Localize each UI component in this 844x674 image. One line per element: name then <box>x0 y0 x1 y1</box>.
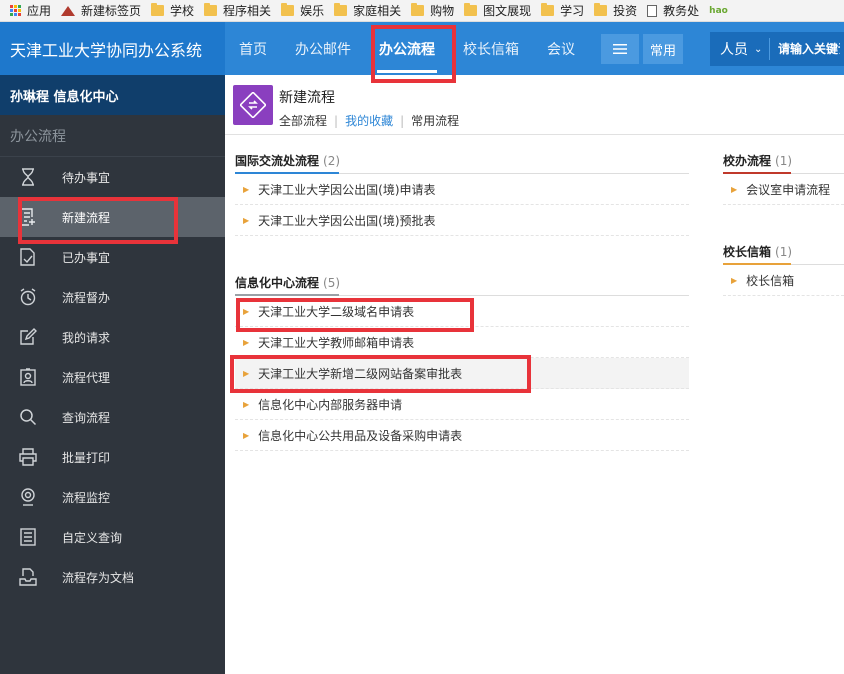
folder-icon <box>464 3 478 16</box>
nav-workflow[interactable]: 办公流程 <box>365 22 449 75</box>
apps-grid-icon <box>10 5 21 16</box>
group-title-intl: 国际交流处流程 (2) <box>235 154 341 168</box>
save-doc-icon <box>18 567 38 587</box>
bookmark-new-tab[interactable]: 新建标签页 <box>61 2 141 19</box>
nav-home[interactable]: 首页 <box>225 22 281 75</box>
nav-president-mailbox[interactable]: 校长信箱 <box>449 22 533 75</box>
top-header: 天津工业大学协同办公系统 首页 办公邮件 办公流程 校长信箱 会议 常用 人员 … <box>0 22 844 75</box>
folder-icon <box>411 3 425 16</box>
bookmark-entertainment[interactable]: 娱乐 <box>281 2 324 19</box>
edit-icon <box>18 327 38 347</box>
workflow-item-meeting-room[interactable]: ▶ 会议室申请流程 <box>723 174 844 205</box>
new-form-icon <box>18 207 38 227</box>
tab-separator: | <box>400 113 405 128</box>
folder-icon <box>334 3 348 16</box>
sidebar-item-done[interactable]: 已办事宜 <box>0 237 225 277</box>
search-scope-select[interactable]: 人员 ⌄ <box>710 38 770 60</box>
arrow-right-icon: ▶ <box>243 337 250 347</box>
workflow-item-teacher-mail[interactable]: ▶ 天津工业大学教师邮箱申请表 <box>235 327 689 358</box>
main-content: 新建流程 全部流程 | 我的收藏 | 常用流程 国际交流处流程 (2) ▶ 天津工业… <box>225 75 844 674</box>
agent-icon <box>18 367 38 387</box>
current-user: 孙琳程 信息化中心 <box>0 75 225 115</box>
bookmark-family[interactable]: 家庭相关 <box>334 2 401 19</box>
arrow-right-icon: ▶ <box>731 184 738 194</box>
bookmark-school[interactable]: 学校 <box>151 2 194 19</box>
group-title-president-mailbox: 校长信箱 (1) <box>723 245 793 259</box>
tab-my-favorites[interactable]: 我的收藏 <box>345 112 393 129</box>
bookmark-programming[interactable]: 程序相关 <box>204 2 271 19</box>
sidebar-item-save-doc[interactable]: 流程存为文档 <box>0 557 225 597</box>
workflow-item-domain-apply[interactable]: ▶ 天津工业大学二级域名申请表 <box>235 296 689 327</box>
arrow-right-icon: ▶ <box>731 275 738 285</box>
bookmark-apps[interactable]: 应用 <box>10 2 51 19</box>
sidebar-item-query[interactable]: 查询流程 <box>0 397 225 437</box>
bookmarks-bar: 应用 新建标签页 学校 程序相关 娱乐 家庭相关 购物 图文展现 学习 投资 教… <box>0 0 844 22</box>
monitor-icon <box>18 487 38 507</box>
printer-icon <box>18 447 38 467</box>
sidebar-item-monitor[interactable]: 流程监控 <box>0 477 225 517</box>
sidebar: 孙琳程 信息化中心 办公流程 待办事宜 新建流程 已办事宜 流程督办 我的请求 <box>0 75 225 674</box>
mountain-icon <box>61 5 76 16</box>
common-button[interactable]: 常用 <box>643 34 683 64</box>
sidebar-item-batch-print[interactable]: 批量打印 <box>0 437 225 477</box>
workflow-item-intl-apply[interactable]: ▶ 天津工业大学因公出国(境)申请表 <box>235 174 689 205</box>
chevron-down-icon: ⌄ <box>754 43 763 55</box>
sidebar-item-todo[interactable]: 待办事宜 <box>0 157 225 197</box>
hamburger-icon <box>613 44 627 54</box>
tab-all-workflows[interactable]: 全部流程 <box>279 112 327 129</box>
system-title: 天津工业大学协同办公系统 <box>0 22 225 75</box>
workflow-item-server-apply[interactable]: ▶ 信息化中心内部服务器申请 <box>235 389 689 420</box>
search-box: 人员 ⌄ <box>710 32 844 66</box>
bookmark-academic[interactable]: 教务处 <box>647 2 699 19</box>
tab-common-workflows[interactable]: 常用流程 <box>411 112 459 129</box>
hourglass-icon <box>18 167 38 187</box>
folder-icon <box>151 3 165 16</box>
page-icon <box>647 4 658 17</box>
folder-icon <box>281 3 295 16</box>
workflow-item-website-record[interactable]: ▶ 天津工业大学新增二级网站备案审批表 <box>235 358 689 389</box>
menu-button[interactable] <box>601 34 639 64</box>
main-nav: 首页 办公邮件 办公流程 校长信箱 会议 <box>225 22 589 75</box>
arrow-right-icon: ▶ <box>243 184 250 194</box>
nav-meeting[interactable]: 会议 <box>533 22 589 75</box>
workflow-tabs: 全部流程 | 我的收藏 | 常用流程 <box>279 112 459 129</box>
done-doc-icon <box>18 247 38 267</box>
arrow-right-icon: ▶ <box>243 306 250 316</box>
bookmark-hao[interactable]: hao <box>709 6 728 16</box>
workflow-item-president-mailbox[interactable]: ▶ 校长信箱 <box>723 265 844 296</box>
search-icon <box>18 407 38 427</box>
tab-separator: | <box>334 113 339 128</box>
nav-mail[interactable]: 办公邮件 <box>281 22 365 75</box>
alarm-clock-icon <box>18 287 38 307</box>
folder-icon <box>541 3 555 16</box>
list-icon <box>18 527 38 547</box>
bookmark-graphics[interactable]: 图文展现 <box>464 2 531 19</box>
folder-icon <box>204 3 218 16</box>
arrow-right-icon: ▶ <box>243 430 250 440</box>
bookmark-shopping[interactable]: 购物 <box>411 2 454 19</box>
bookmark-invest[interactable]: 投资 <box>594 2 637 19</box>
page-header: 新建流程 全部流程 | 我的收藏 | 常用流程 <box>225 75 844 135</box>
arrow-right-icon: ▶ <box>243 368 250 378</box>
sidebar-item-agent[interactable]: 流程代理 <box>0 357 225 397</box>
workflow-item-intl-preapprove[interactable]: ▶ 天津工业大学因公出国(境)预批表 <box>235 205 689 236</box>
search-input[interactable] <box>770 42 840 56</box>
arrow-right-icon: ▶ <box>243 215 250 225</box>
bookmark-study[interactable]: 学习 <box>541 2 584 19</box>
workflow-app-icon <box>233 85 273 125</box>
sidebar-item-my-requests[interactable]: 我的请求 <box>0 317 225 357</box>
sidebar-item-supervise[interactable]: 流程督办 <box>0 277 225 317</box>
sidebar-item-custom-query[interactable]: 自定义查询 <box>0 517 225 557</box>
sidebar-item-new-workflow[interactable]: 新建流程 <box>0 197 225 237</box>
group-title-school-office: 校办流程 (1) <box>723 154 793 168</box>
group-title-info-center: 信息化中心流程 (5) <box>235 276 341 290</box>
workflow-item-procurement[interactable]: ▶ 信息化中心公共用品及设备采购申请表 <box>235 420 689 451</box>
page-title: 新建流程 <box>279 90 335 106</box>
arrow-right-icon: ▶ <box>243 399 250 409</box>
folder-icon <box>594 3 608 16</box>
sidebar-section-title: 办公流程 <box>0 115 225 157</box>
